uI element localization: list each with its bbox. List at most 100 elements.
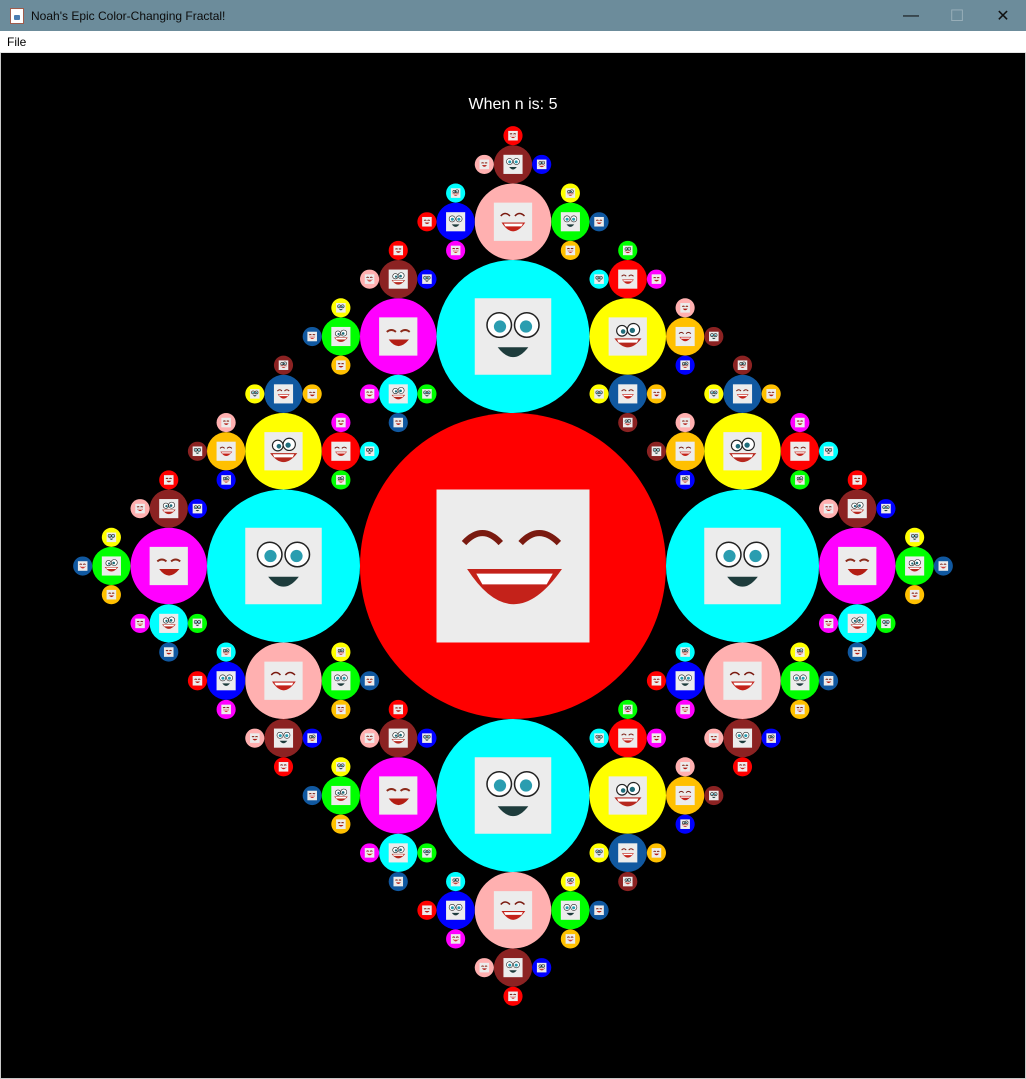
close-button[interactable]: ✕ xyxy=(980,0,1026,31)
big-eyes-face-icon xyxy=(192,503,203,514)
fractal-node xyxy=(905,585,925,605)
title-bar[interactable]: Noah's Epic Color-Changing Fractal! — ☐ … xyxy=(0,0,1026,31)
fractal-node xyxy=(446,929,466,949)
fractal-node xyxy=(331,757,351,777)
face-tile xyxy=(651,675,662,686)
fractal-node xyxy=(379,374,418,413)
face-pupil xyxy=(915,561,919,565)
face-teeth xyxy=(768,738,774,740)
grinning-face-icon xyxy=(450,876,461,887)
smiling-face-icon xyxy=(709,733,719,743)
face-tile xyxy=(422,274,432,284)
face-pupil xyxy=(620,329,626,334)
fractal-node xyxy=(895,546,934,586)
laughing-face-icon xyxy=(221,704,231,715)
face-tile xyxy=(388,728,408,748)
fractal-node xyxy=(704,785,724,806)
fractal-node xyxy=(704,642,781,719)
face-tile xyxy=(245,527,322,605)
face-pupil xyxy=(224,478,226,480)
minimize-button[interactable]: — xyxy=(888,0,934,31)
face-tile xyxy=(77,561,88,571)
big-eyes-face-icon xyxy=(594,848,604,858)
big-eyes-face-icon xyxy=(245,527,322,605)
face-tile xyxy=(336,475,346,485)
laughing-face-icon xyxy=(675,326,695,347)
face-pupil xyxy=(800,649,802,652)
face-tile xyxy=(503,154,523,174)
laughing-face-icon xyxy=(264,661,303,700)
fractal-node xyxy=(379,719,418,758)
smiling-face-icon xyxy=(422,905,432,916)
face-pupil xyxy=(683,363,685,365)
n-label: When n is: 5 xyxy=(469,96,558,113)
grinning-face-icon xyxy=(622,245,633,256)
face-tile xyxy=(594,905,604,916)
face-tile xyxy=(852,647,863,657)
face-teeth xyxy=(503,223,523,227)
file-menu[interactable]: File xyxy=(0,31,33,53)
big-eyes-face-icon xyxy=(273,728,294,748)
face-tile xyxy=(364,733,375,743)
fractal-node xyxy=(273,757,294,777)
face-tile xyxy=(216,671,236,691)
face-tile xyxy=(393,876,404,887)
big-eyes-face-icon xyxy=(651,446,662,457)
face-pupil xyxy=(683,650,685,652)
face-tile xyxy=(336,303,346,313)
face-tile xyxy=(336,647,346,657)
face-teeth xyxy=(274,682,294,686)
fractal-node xyxy=(675,757,695,777)
face-tile xyxy=(909,532,920,543)
face-tile xyxy=(336,762,346,772)
smiling-face-icon xyxy=(364,675,375,686)
face-tile xyxy=(560,900,580,920)
face-tile xyxy=(503,958,523,978)
face-teeth xyxy=(568,250,573,252)
face-pupil xyxy=(599,277,602,279)
face-teeth xyxy=(797,652,803,654)
face-teeth xyxy=(539,165,545,166)
face-teeth xyxy=(737,394,748,397)
fractal-node xyxy=(101,527,121,547)
smiling-face-icon xyxy=(852,647,863,657)
grinning-face-icon xyxy=(680,475,690,485)
face-teeth xyxy=(731,454,754,458)
face-tile xyxy=(675,326,695,347)
face-pupil xyxy=(339,650,341,652)
face-tile xyxy=(493,202,533,241)
face-pupil xyxy=(341,332,345,335)
face-tile xyxy=(618,728,638,748)
face-tile xyxy=(192,618,203,629)
face-tile xyxy=(680,762,690,772)
fractal-node xyxy=(493,948,533,987)
maximize-button[interactable]: ☐ xyxy=(934,0,980,31)
smiling-face-icon xyxy=(393,417,404,428)
face-pupil xyxy=(620,788,626,793)
menu-bar: File xyxy=(0,31,1026,53)
face-pupil xyxy=(424,850,427,853)
face-pupil xyxy=(427,391,430,394)
face-pupil xyxy=(337,791,340,795)
face-teeth xyxy=(797,480,803,482)
face-pupil xyxy=(107,562,111,565)
fractal-node xyxy=(417,728,437,748)
fractal-node xyxy=(618,872,638,892)
smiling-face-icon xyxy=(192,675,203,686)
face-pupil xyxy=(714,793,717,796)
fractal-node xyxy=(704,384,724,404)
face-teeth xyxy=(367,279,373,281)
face-pupil xyxy=(394,849,398,852)
face-teeth xyxy=(309,738,315,740)
fractal-node xyxy=(360,384,380,404)
face-pupil xyxy=(911,562,914,565)
face-tile xyxy=(364,274,375,284)
smiling-face-icon xyxy=(651,733,662,743)
fractal-node xyxy=(379,260,418,299)
face-pupil xyxy=(456,190,458,193)
face-pupil xyxy=(493,779,507,792)
laughing-face-icon xyxy=(680,704,690,715)
big-eyes-face-icon xyxy=(364,446,375,457)
face-tile xyxy=(106,589,117,600)
laughing-face-icon xyxy=(618,843,638,863)
